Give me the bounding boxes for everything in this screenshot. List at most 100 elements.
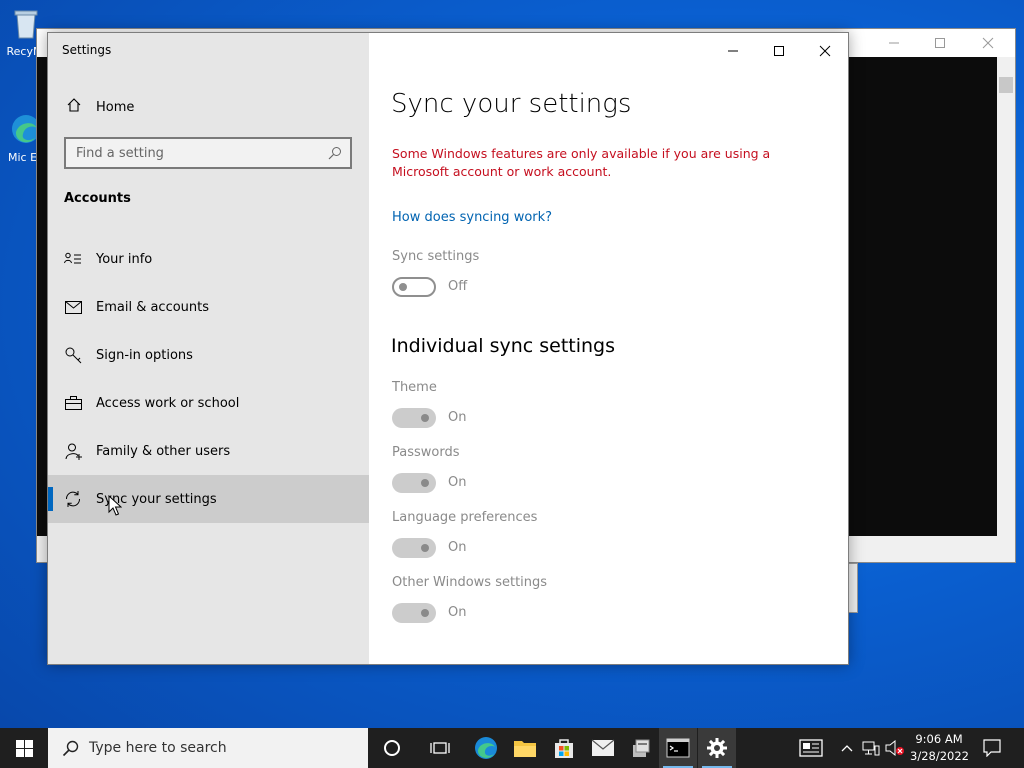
taskbar-clock[interactable]: 9:06 AM 3/28/2022 — [910, 731, 969, 765]
sync-settings-label: Sync settings — [392, 249, 480, 264]
console-minimize-button[interactable] — [871, 31, 917, 55]
nav-item-access-work-school[interactable]: Access work or school — [48, 379, 369, 427]
taskbar-settings[interactable] — [698, 728, 736, 768]
nav-item-your-info[interactable]: Your info — [48, 235, 369, 283]
sync-settings-toggle[interactable] — [392, 277, 436, 297]
action-center-button[interactable] — [976, 728, 1008, 768]
toggle-knob — [421, 479, 429, 487]
mail-icon — [591, 739, 615, 756]
scrollbar-thumb[interactable] — [999, 77, 1013, 93]
toggle-knob — [421, 414, 429, 422]
store-bag-icon — [555, 739, 573, 758]
other-windows-settings-label: Other Windows settings — [392, 575, 548, 590]
windows-logo-icon — [15, 739, 33, 757]
minimize-icon — [728, 50, 738, 52]
clock-time: 9:06 AM — [915, 732, 963, 746]
taskbar: Type here to search 9:06 AM 3/28/2022 — [0, 728, 1024, 768]
start-button[interactable] — [0, 728, 48, 768]
close-button[interactable] — [802, 37, 848, 65]
theme-toggle[interactable] — [392, 408, 436, 428]
nav-item-label: Family & other users — [96, 443, 231, 459]
passwords-toggle[interactable] — [392, 473, 436, 493]
search-icon — [328, 147, 341, 160]
mail-icon — [64, 298, 82, 316]
other-windows-settings-state: On — [448, 605, 467, 620]
volume-tray-button[interactable] — [884, 728, 906, 768]
settings-sidebar: Settings Home Find a setting Accounts Yo… — [48, 33, 369, 664]
taskbar-file-explorer[interactable] — [506, 728, 544, 768]
volume-muted-icon — [885, 740, 904, 756]
taskbar-command-prompt[interactable] — [659, 728, 697, 768]
page-title: Sync your settings — [391, 89, 632, 119]
minimize-icon — [889, 42, 899, 44]
language-preferences-state: On — [448, 540, 467, 555]
person-list-icon — [64, 250, 82, 268]
group-title-accounts: Accounts — [64, 191, 131, 206]
theme-label: Theme — [392, 380, 437, 395]
folder-icon — [514, 741, 536, 757]
theme-state: On — [448, 410, 467, 425]
nav-home-label: Home — [96, 99, 135, 115]
search-placeholder: Find a setting — [76, 145, 164, 161]
cortana-circle-icon — [384, 740, 400, 756]
minimize-button[interactable] — [710, 37, 756, 65]
task-view-button[interactable] — [421, 728, 459, 768]
news-widget-button[interactable] — [796, 728, 826, 768]
console-close-button[interactable] — [965, 31, 1011, 55]
close-icon — [819, 45, 831, 57]
search-icon — [62, 740, 79, 756]
maximize-icon — [774, 46, 784, 56]
account-warning-text: Some Windows features are only available… — [392, 146, 771, 179]
person-add-icon — [64, 442, 82, 460]
how-syncing-works-link[interactable]: How does syncing work? — [392, 210, 552, 225]
find-setting-input[interactable]: Find a setting — [64, 137, 352, 169]
edge-icon — [475, 737, 497, 759]
individual-sync-title: Individual sync settings — [391, 335, 616, 357]
taskbar-search-placeholder: Type here to search — [89, 740, 227, 756]
show-hidden-icons-button[interactable] — [838, 728, 856, 768]
other-windows-settings-toggle[interactable] — [392, 603, 436, 623]
network-icon — [862, 741, 880, 756]
nav-item-label: Email & accounts — [96, 299, 210, 315]
home-icon — [66, 97, 82, 117]
nav-item-label: Your info — [96, 251, 153, 267]
sync-icon — [64, 490, 82, 508]
server-manager-icon — [633, 739, 650, 757]
maximize-icon — [935, 38, 945, 48]
clock-date: 3/28/2022 — [910, 749, 969, 763]
news-icon — [799, 739, 823, 757]
command-prompt-icon — [666, 738, 690, 758]
nav-item-sign-in-options[interactable]: Sign-in options — [48, 331, 369, 379]
taskbar-store[interactable] — [545, 728, 583, 768]
nav-item-family-other-users[interactable]: Family & other users — [48, 427, 369, 475]
toggle-knob — [399, 283, 407, 291]
nav-home[interactable]: Home — [48, 91, 369, 123]
language-preferences-label: Language preferences — [392, 510, 538, 525]
toggle-knob — [421, 544, 429, 552]
nav-item-sync-your-settings[interactable]: Sync your settings — [48, 475, 369, 523]
notification-icon — [983, 739, 1001, 757]
console-scrollbar[interactable] — [997, 57, 1015, 562]
close-icon — [982, 37, 994, 49]
nav-item-label: Sign-in options — [96, 347, 193, 363]
taskbar-mail[interactable] — [584, 728, 622, 768]
cortana-button[interactable] — [373, 728, 411, 768]
gear-icon — [707, 738, 727, 758]
chevron-up-icon — [841, 745, 853, 752]
settings-window[interactable]: Settings Home Find a setting Accounts Yo… — [47, 32, 849, 665]
briefcase-icon — [64, 394, 82, 412]
task-view-icon — [430, 742, 450, 754]
window-title: Settings — [62, 43, 112, 57]
taskbar-server-manager[interactable] — [622, 728, 660, 768]
console-maximize-button[interactable] — [917, 31, 963, 55]
maximize-button[interactable] — [756, 37, 802, 65]
taskbar-search-box[interactable]: Type here to search — [48, 728, 368, 768]
key-icon — [64, 346, 82, 364]
mouse-cursor-icon — [108, 495, 122, 516]
language-preferences-toggle[interactable] — [392, 538, 436, 558]
network-tray-button[interactable] — [860, 728, 882, 768]
nav-item-email-accounts[interactable]: Email & accounts — [48, 283, 369, 331]
nav-item-label: Access work or school — [96, 395, 240, 411]
passwords-label: Passwords — [392, 445, 460, 460]
taskbar-edge[interactable] — [467, 728, 505, 768]
